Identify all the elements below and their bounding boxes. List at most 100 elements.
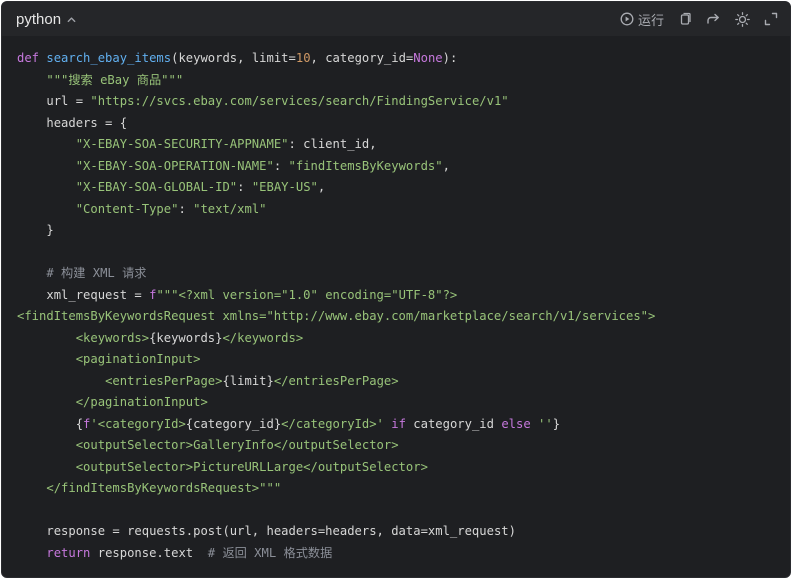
code-line-16: <entriesPerPage>{limit}</entriesPerPage> <box>17 371 780 393</box>
code-line-13: <findItemsByKeywordsRequest xmlns="http:… <box>17 306 780 328</box>
token: category_id <box>405 416 502 431</box>
code-line-15: <paginationInput> <box>17 349 780 371</box>
token: <findItemsByKeywordsRequest xmlns="http:… <box>17 309 656 323</box>
play-circle-icon <box>620 12 634 26</box>
language-selector[interactable]: python <box>16 11 77 28</box>
token: "findItemsByKeywords" <box>288 158 443 173</box>
token: {keywords} <box>149 330 223 345</box>
token: ): <box>442 51 458 65</box>
comment: # 构建 XML 请求 <box>46 266 147 280</box>
token: <outputSelector>GalleryInfo</outputSelec… <box>75 438 399 452</box>
token: "Content-Type" <box>75 201 179 216</box>
code-line-12: xml_request = f"""<?xml version="1.0" en… <box>17 285 780 307</box>
code-line-23: response = requests.post(url, headers=he… <box>17 521 780 543</box>
token: headers = { <box>46 115 128 130</box>
token: search_ebay_items <box>46 51 172 65</box>
code-content[interactable]: def search_ebay_items(keywords, limit=10… <box>17 48 780 564</box>
token: "X-EBAY-SOA-GLOBAL-ID" <box>75 180 238 194</box>
token: url = <box>46 94 91 108</box>
code-line-5: "X-EBAY-SOA-SECURITY-APPNAME": client_id… <box>17 134 780 156</box>
token: def <box>17 51 40 65</box>
token: , <box>317 180 326 194</box>
code-line-8: "Content-Type": "text/xml" <box>17 199 780 221</box>
code-block-panel: python 运行 def search_ebay_items(keywords… <box>1 1 791 578</box>
token: '<categoryId> <box>90 416 186 431</box>
token: """<?xml version="1.0" encoding="UTF-8"?… <box>156 287 458 302</box>
token: : <box>237 180 252 194</box>
token: </categoryId>' <box>281 416 384 431</box>
code-line-6: "X-EBAY-SOA-OPERATION-NAME": "findItemsB… <box>17 156 780 178</box>
code-line-4: headers = { <box>17 113 780 135</box>
toolbar: 运行 <box>620 10 778 29</box>
code-line-19: <outputSelector>GalleryInfo</outputSelec… <box>17 435 780 457</box>
redo-icon <box>706 12 721 26</box>
token: "text/xml" <box>193 201 267 216</box>
token: response = requests.post(url, headers=he… <box>46 524 516 538</box>
token: : <box>273 158 289 173</box>
redo-button[interactable] <box>706 12 721 26</box>
code-line-20: <outputSelector>PictureURLLarge</outputS… <box>17 457 780 479</box>
token: "https://svcs.ebay.com/services/search/F… <box>90 94 509 108</box>
comment: # 返回 XML 格式数据 <box>207 545 333 560</box>
token: </entriesPerPage> <box>273 373 399 388</box>
token: if <box>391 416 406 431</box>
code-line-24: return response.text # 返回 XML 格式数据 <box>17 543 780 565</box>
code-block-header: python 运行 <box>2 2 790 36</box>
token: </findItemsByKeywordsRequest>""" <box>46 481 282 495</box>
token: <keywords> <box>75 330 150 345</box>
token: {category_id} <box>185 416 282 431</box>
chevron-up-icon <box>66 14 77 25</box>
expand-button[interactable] <box>764 12 778 26</box>
token: : <box>178 201 194 216</box>
token: return <box>46 545 91 560</box>
copy-icon <box>678 12 692 26</box>
token: 10 <box>295 51 311 65</box>
code-line-18: {f'<categoryId>{category_id}</categoryId… <box>17 414 780 436</box>
code-line-2: """搜索 eBay 商品""" <box>17 70 780 92</box>
code-line-21: </findItemsByKeywordsRequest>""" <box>17 478 780 500</box>
token: '' <box>538 416 553 431</box>
token: None <box>413 51 443 65</box>
token: xml_request = <box>46 287 150 302</box>
language-label: python <box>16 10 62 28</box>
token: "X-EBAY-SOA-OPERATION-NAME" <box>75 158 274 173</box>
token: """搜索 eBay 商品""" <box>46 72 184 87</box>
code-line-11: # 构建 XML 请求 <box>17 263 780 285</box>
token: response.text <box>90 545 208 560</box>
sun-icon <box>735 11 750 27</box>
code-line-14: <keywords>{keywords}</keywords> <box>17 328 780 350</box>
copy-button[interactable] <box>678 12 692 26</box>
run-label: 运行 <box>637 12 664 28</box>
token: </paginationInput> <box>75 395 208 409</box>
token: "X-EBAY-SOA-SECURITY-APPNAME" <box>75 137 289 151</box>
token: else <box>501 416 531 431</box>
token: "EBAY-US" <box>251 180 318 194</box>
theme-toggle-button[interactable] <box>735 11 750 27</box>
run-button[interactable]: 运行 <box>620 10 664 29</box>
token: } <box>46 223 54 237</box>
token: : client_id, <box>288 137 377 151</box>
code-line-1: def search_ebay_items(keywords, limit=10… <box>17 48 780 70</box>
token: {limit} <box>222 373 274 388</box>
